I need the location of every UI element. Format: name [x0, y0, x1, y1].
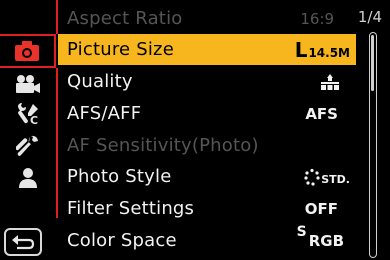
scrollbar[interactable] [369, 32, 377, 258]
menu-item-aspect-ratio[interactable]: Aspect Ratio 16:9 [58, 3, 356, 34]
page-indicator: 1/4 [357, 8, 382, 26]
afs-aff-value: AFS [305, 104, 338, 123]
filter-settings-value: OFF [304, 199, 338, 218]
menu-item-label: Picture Size [67, 39, 174, 60]
quality-value [320, 73, 340, 91]
photo-style-icon [304, 168, 320, 186]
menu-item-af-sensitivity: AF Sensitivity(Photo) [58, 130, 356, 161]
return-arrow-icon [12, 235, 35, 250]
camera-icon [15, 41, 39, 61]
menu-item-quality[interactable]: Quality [58, 66, 356, 97]
menu-item-photo-style[interactable]: Photo Style STD. [58, 161, 356, 192]
tab-my-menu[interactable] [0, 164, 56, 192]
tab-video[interactable] [0, 70, 56, 98]
fine-quality-icon [321, 73, 339, 90]
menu-sidebar: C [0, 0, 58, 260]
menu-item-afs-aff[interactable]: AFS/AFF AFS [58, 98, 356, 129]
wrench-icon [16, 135, 38, 156]
photo-menu-list: Aspect Ratio 16:9 Picture Size L 14.5M Q… [58, 0, 368, 260]
back-button[interactable] [4, 228, 42, 256]
aspect-ratio-value: 16:9 [300, 9, 334, 28]
photo-style-text: STD. [321, 172, 350, 186]
color-space-prefix: S [296, 223, 307, 240]
svg-text:C: C [30, 114, 38, 126]
menu-item-label: AF Sensitivity(Photo) [67, 135, 259, 156]
picture-size-megapixels: 14.5M [308, 45, 350, 60]
custom-tools-icon: C [18, 103, 38, 126]
menu-item-color-space[interactable]: Color Space S RGB [58, 224, 356, 256]
photo-style-value: STD. [304, 168, 350, 186]
menu-item-label: Photo Style [67, 166, 172, 187]
tab-photo[interactable] [0, 34, 56, 68]
menu-item-label: Aspect Ratio [67, 8, 183, 29]
video-camera-icon [16, 75, 40, 93]
menu-item-filter-settings[interactable]: Filter Settings OFF [58, 193, 356, 224]
person-icon [19, 168, 37, 188]
tab-custom[interactable]: C [0, 100, 56, 128]
tab-setup[interactable] [0, 132, 56, 160]
picture-size-value: L 14.5M [295, 40, 350, 60]
picture-size-letter: L [294, 37, 308, 62]
menu-item-picture-size[interactable]: Picture Size L 14.5M [58, 34, 356, 65]
menu-item-label: Filter Settings [67, 198, 195, 219]
color-space-name: RGB [308, 231, 344, 250]
scroll-thumb[interactable] [371, 35, 374, 91]
menu-item-label: AFS/AFF [67, 103, 142, 124]
menu-item-label: Color Space [67, 230, 177, 251]
menu-item-label: Quality [67, 71, 133, 92]
color-space-value: S RGB [297, 224, 344, 250]
